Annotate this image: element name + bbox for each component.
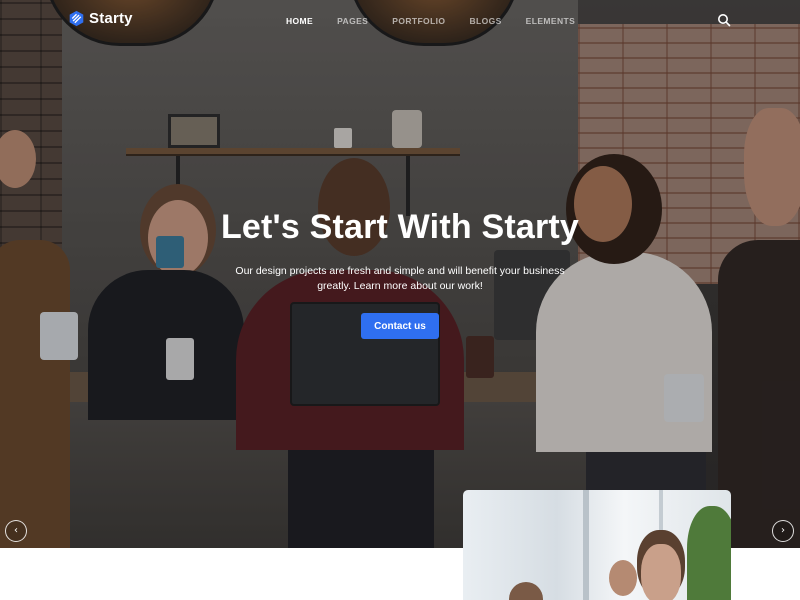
hero-section: Starty HOME PAGES PORTFOLIO BLOGS ELEMEN…	[0, 0, 800, 548]
hero-title: Let's Start With Starty	[220, 208, 580, 246]
slider-prev-button[interactable]: ‹	[5, 520, 27, 542]
feature-card-image	[463, 490, 731, 600]
hero-subtitle-line: Our design projects are fresh and simple…	[235, 265, 565, 277]
nav-item-portfolio[interactable]: PORTFOLIO	[392, 16, 445, 26]
nav-item-pages[interactable]: PAGES	[337, 16, 368, 26]
card-person	[641, 544, 681, 600]
card-window-frame	[583, 490, 589, 600]
nav-item-blogs[interactable]: BLOGS	[469, 16, 501, 26]
hero-subtitle-line: greatly. Learn more about our work!	[317, 280, 483, 292]
nav-item-elements[interactable]: ELEMENTS	[526, 16, 575, 26]
brand-name: Starty	[89, 10, 133, 27]
card-person	[509, 582, 543, 600]
hero-subtitle: Our design projects are fresh and simple…	[0, 264, 800, 294]
card-plant	[687, 506, 731, 600]
hexagon-logo-icon	[69, 10, 84, 27]
main-nav: HOME PAGES PORTFOLIO BLOGS ELEMENTS	[286, 16, 599, 26]
site-logo[interactable]: Starty	[68, 10, 133, 27]
chevron-left-icon: ‹	[14, 525, 18, 536]
nav-item-home[interactable]: HOME	[286, 16, 313, 26]
slider-next-button[interactable]: ›	[772, 520, 794, 542]
search-icon[interactable]	[716, 12, 732, 28]
chevron-right-icon: ›	[781, 525, 785, 536]
card-person	[609, 560, 637, 596]
contact-us-button[interactable]: Contact us	[361, 313, 439, 339]
